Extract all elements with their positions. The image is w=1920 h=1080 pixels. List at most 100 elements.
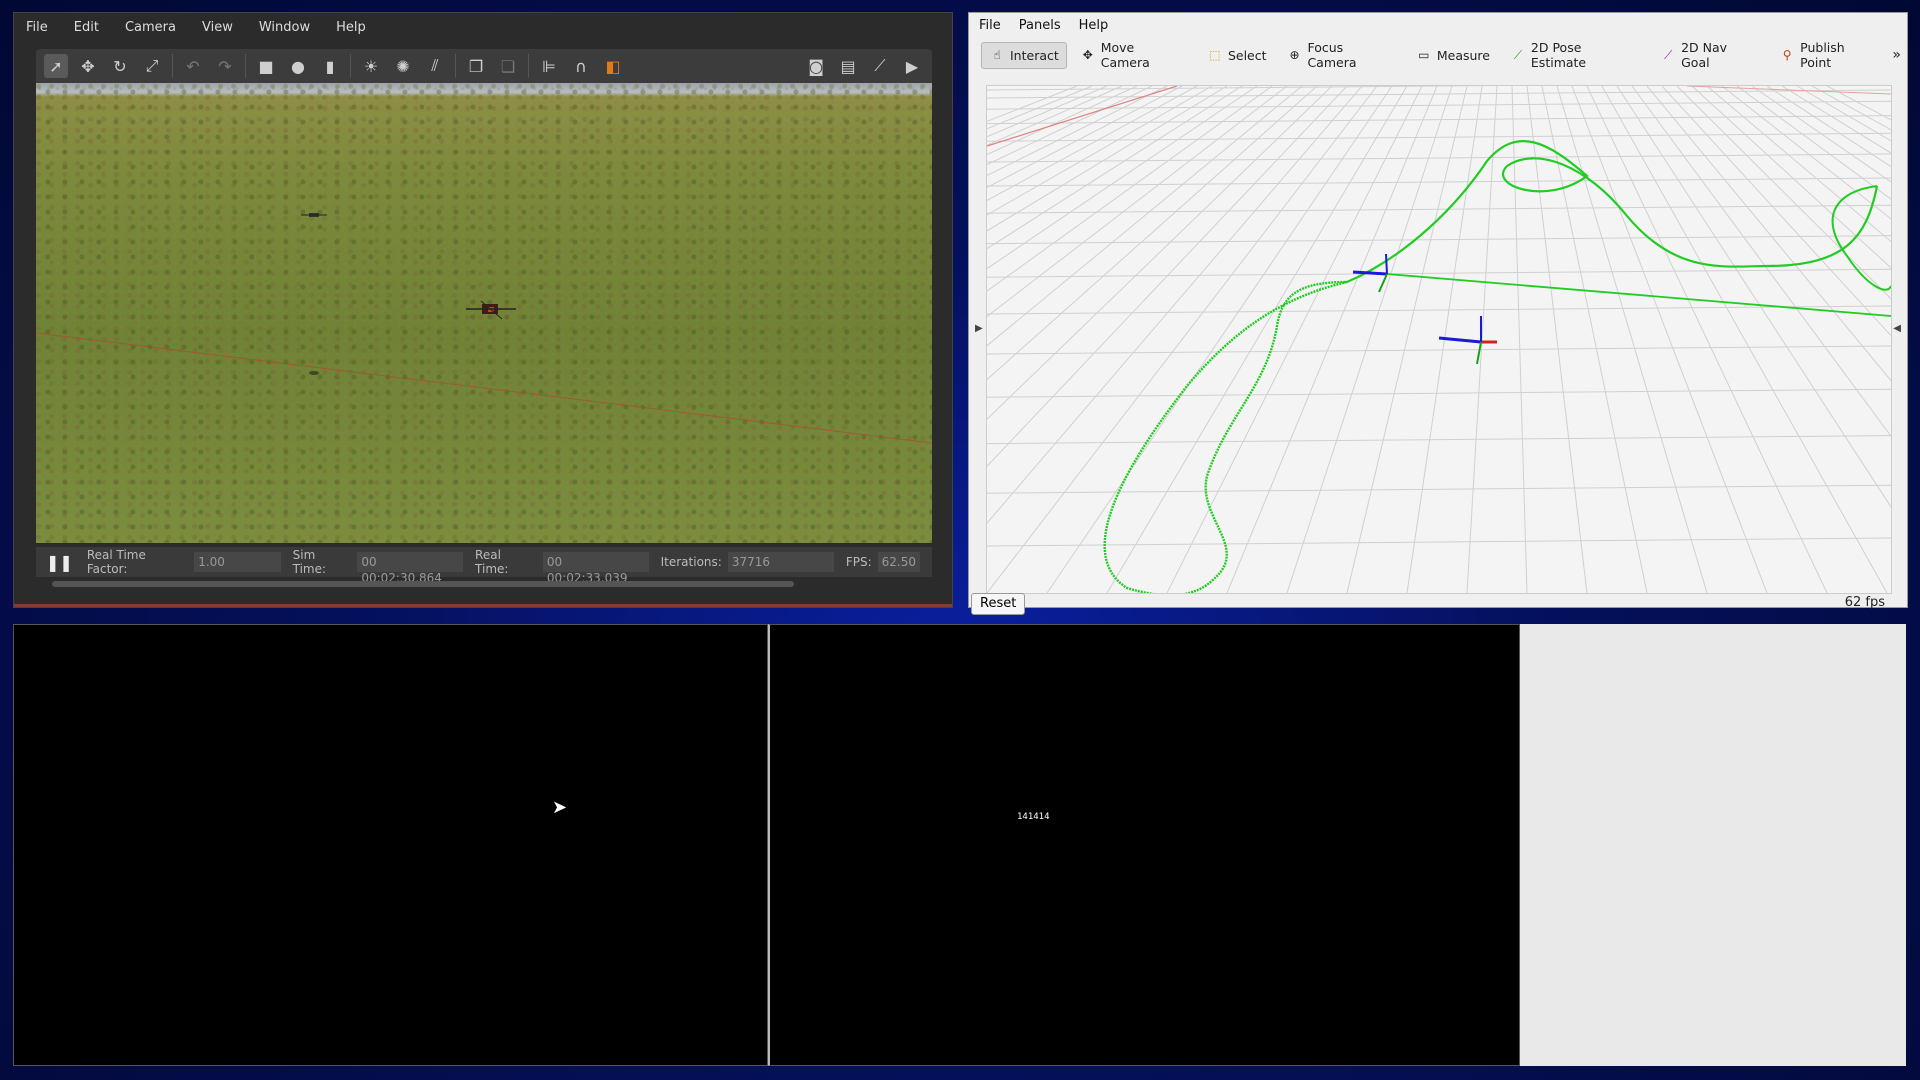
pose-estimate-icon: ⟋ — [1513, 47, 1523, 62]
view-angle-icon[interactable]: ◧ — [601, 54, 625, 78]
select-mode-icon[interactable]: ➚ — [44, 54, 68, 78]
drone-near[interactable] — [466, 300, 516, 320]
cylinder-icon[interactable]: ▮ — [318, 54, 342, 78]
drone-far[interactable] — [301, 213, 327, 217]
move-camera-icon: ✥ — [1082, 48, 1093, 62]
empty-panel — [1520, 624, 1906, 1066]
screenshot-icon[interactable]: ◙ — [804, 54, 828, 78]
tool-measure[interactable]: ▭ Measure — [1409, 43, 1497, 68]
fps-readout: 62 fps — [1844, 595, 1885, 610]
menu-window[interactable]: Window — [259, 20, 310, 35]
redo-icon[interactable]: ↷ — [213, 54, 237, 78]
menu-edit[interactable]: Edit — [74, 20, 99, 35]
menu-file[interactable]: File — [26, 20, 48, 35]
select-icon: ⬚ — [1209, 48, 1221, 62]
tool-label: 2D Nav Goal — [1681, 40, 1728, 70]
gazebo-toolbar: ➚ ✥ ↻ ⤢ ↶ ↷ ■ ● ▮ ☀ ✺ ⫽ ❐ ❏ ⊫ ∩ ◧ ◙ ▤ ⟋ … — [36, 49, 932, 83]
rviz-3d-view[interactable] — [986, 85, 1892, 594]
red-axis-line — [987, 86, 1178, 147]
publish-point-icon: ⚲ — [1782, 48, 1792, 62]
gazebo-menubar: File Edit Camera View Window Help — [14, 13, 952, 41]
interact-icon: ☝ — [993, 48, 1001, 62]
copy-icon[interactable]: ❐ — [464, 54, 488, 78]
gazebo-3d-viewport[interactable] — [36, 83, 932, 543]
tf-axis-marker-1 — [1352, 253, 1388, 293]
tool-label: Select — [1227, 47, 1267, 63]
mouse-cursor-icon: ➤ — [552, 797, 568, 818]
tool-interact[interactable]: ☝ Interact — [981, 41, 1067, 69]
tool-2d-nav-goal[interactable]: ⟋ 2D Nav Goal — [1653, 35, 1766, 75]
tool-select[interactable]: ⬚ Select — [1200, 43, 1274, 68]
toolbar-divider — [172, 54, 173, 78]
plot-icon[interactable]: ⟋ — [868, 54, 892, 78]
rviz-window: File Panels Help ☝ Interact ✥ Move Camer… — [968, 12, 1908, 615]
camera-view-left[interactable] — [13, 624, 768, 1066]
tool-label: Interact — [1010, 47, 1059, 63]
menu-camera[interactable]: Camera — [125, 20, 176, 35]
point-light-icon[interactable]: ☀ — [359, 54, 383, 78]
scale-mode-icon[interactable]: ⤢ — [140, 54, 164, 78]
marker-label: 141414 — [1017, 812, 1050, 822]
rotate-mode-icon[interactable]: ↻ — [108, 54, 132, 78]
tool-focus-camera[interactable]: ⊕ Focus Camera — [1280, 35, 1403, 75]
menu-panels[interactable]: Panels — [1019, 18, 1061, 33]
toolbar-divider — [455, 54, 456, 78]
sim-time-value: 00 00:02:30.864 — [357, 552, 464, 585]
directional-light-icon[interactable]: ⫽ — [423, 54, 447, 78]
rviz-scene — [987, 86, 1891, 593]
left-panel-toggle-icon[interactable]: ▶ — [975, 323, 983, 334]
tool-2d-pose-estimate[interactable]: ⟋ 2D Pose Estimate — [1503, 35, 1647, 75]
sim-time-label: Sim Time: — [292, 548, 327, 576]
iterations-label: Iterations: — [660, 555, 722, 569]
tf-axis-marker-2 — [1438, 316, 1497, 365]
align-icon[interactable]: ⊫ — [537, 54, 561, 78]
gazebo-window: File Edit Camera View Window Help ➚ ✥ ↻ … — [13, 12, 953, 608]
undo-icon[interactable]: ↶ — [181, 54, 205, 78]
tool-label: Focus Camera — [1307, 40, 1357, 70]
log-icon[interactable]: ▤ — [836, 54, 860, 78]
camera-view-right[interactable] — [768, 624, 1520, 1066]
trajectory-path-upper — [1831, 185, 1891, 291]
menu-help[interactable]: Help — [336, 20, 366, 35]
toolbar-divider — [245, 54, 246, 78]
focus-camera-icon: ⊕ — [1289, 48, 1300, 62]
tool-label: Move Camera — [1100, 40, 1150, 70]
gazebo-statusbar: ❚❚ Real Time Factor: 1.00 Sim Time: 00 0… — [36, 547, 932, 585]
menu-file[interactable]: File — [979, 18, 1001, 33]
gazebo-scene — [36, 213, 932, 444]
paste-icon[interactable]: ❏ — [496, 54, 520, 78]
trajectory-path-lower — [1103, 280, 1348, 593]
toolbar-divider — [528, 54, 529, 78]
reset-button[interactable]: Reset — [971, 593, 1026, 615]
real-time-label: Real Time: — [475, 548, 509, 576]
window-accent-line — [14, 604, 952, 607]
toolbar-overflow-button[interactable]: » — [1892, 47, 1901, 63]
horizontal-scrollbar[interactable] — [52, 581, 794, 587]
rtf-label: Real Time Factor: — [86, 548, 146, 576]
tool-label: Publish Point — [1800, 40, 1845, 70]
sphere-icon[interactable]: ● — [286, 54, 310, 78]
drone-shadow — [309, 371, 319, 375]
box-icon[interactable]: ■ — [254, 54, 278, 78]
tool-publish-point[interactable]: ⚲ Publish Point — [1772, 35, 1886, 75]
translate-mode-icon[interactable]: ✥ — [76, 54, 100, 78]
menu-view[interactable]: View — [202, 20, 233, 35]
fps-label: FPS: — [845, 555, 872, 569]
iterations-value: 37716 — [727, 552, 834, 572]
measure-icon: ▭ — [1418, 48, 1430, 62]
tool-label: 2D Pose Estimate — [1530, 40, 1587, 70]
real-time-value: 00 00:02:33.039 — [542, 552, 649, 585]
pause-icon[interactable]: ❚❚ — [46, 553, 73, 572]
record-video-icon[interactable]: ▶ — [900, 54, 924, 78]
tool-move-camera[interactable]: ✥ Move Camera — [1073, 35, 1194, 75]
menu-help[interactable]: Help — [1079, 18, 1109, 33]
toolbar-divider — [350, 54, 351, 78]
rviz-toolbar: ☝ Interact ✥ Move Camera ⬚ Select ⊕ Focu… — [969, 37, 1907, 73]
rviz-bottom-bar: Reset 62 fps — [969, 593, 1907, 615]
right-panel-toggle-icon[interactable]: ◀ — [1893, 323, 1901, 334]
rviz-menubar: File Panels Help — [969, 13, 1907, 37]
snap-icon[interactable]: ∩ — [569, 54, 593, 78]
tool-label: Measure — [1436, 47, 1490, 63]
red-axis-line — [36, 332, 932, 444]
spot-light-icon[interactable]: ✺ — [391, 54, 415, 78]
